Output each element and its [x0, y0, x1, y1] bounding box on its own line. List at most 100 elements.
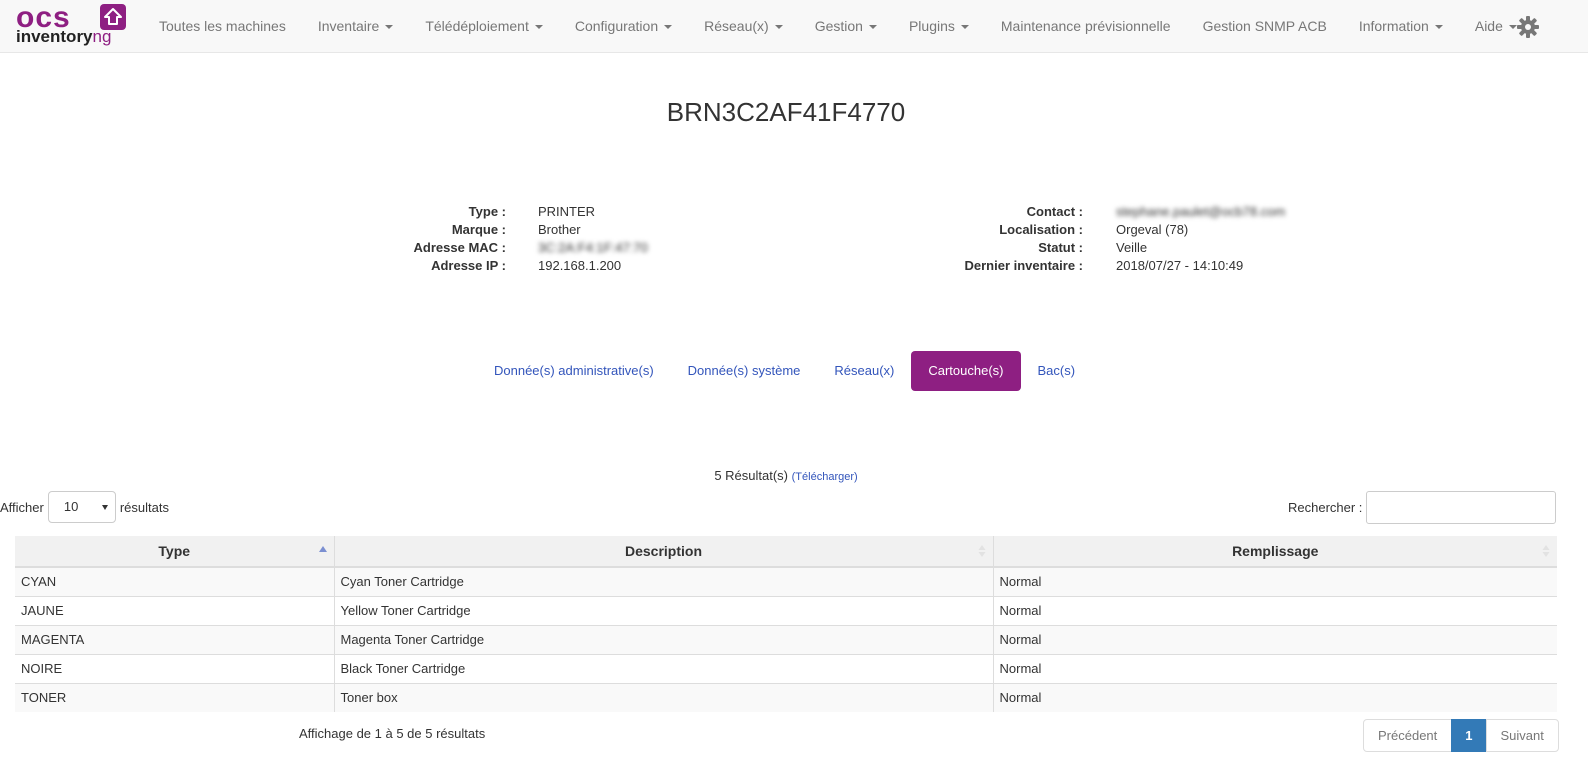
nav-item-configuration[interactable]: Configuration: [559, 0, 688, 53]
nav-item-plugins[interactable]: Plugins: [893, 0, 985, 53]
nav-item-label: Réseau(x): [704, 18, 769, 34]
nav-item-label: Maintenance prévisionnelle: [1000, 18, 1171, 34]
table-cell-remplissage: Normal: [992, 653, 1557, 683]
column-header-type[interactable]: Type: [15, 536, 334, 568]
nav-item-label: Configuration: [574, 18, 659, 34]
table-row: JAUNE Yellow Toner Cartridge Normal: [15, 595, 1557, 625]
search-label: Rechercher :: [1288, 500, 1363, 515]
nav-item-toutes-les-machines[interactable]: Toutes les machines: [143, 0, 302, 53]
nav-item-inventaire[interactable]: Inventaire: [302, 0, 409, 53]
result-count-text: 5 Résultat(s): [714, 468, 789, 483]
table-row: NOIRE Black Toner Cartridge Normal: [15, 653, 1557, 683]
summary-value: Veille: [1116, 240, 1148, 255]
nav-item-label: Télédéploiement: [425, 18, 529, 34]
gear-icon[interactable]: [1516, 15, 1540, 39]
nav-item-label: Aide: [1474, 18, 1503, 34]
table-row: TONER Toner box Normal: [15, 682, 1557, 712]
summary-value: stephane.paulet@ocb78.com: [1116, 204, 1286, 219]
device-summary-right: Contact : stephane.paulet@ocb78.com Locali…: [940, 203, 1306, 275]
table-cell-type: JAUNE: [15, 595, 334, 625]
logo-ng-text: ng: [92, 27, 112, 46]
device-summary-left: Type : PRINTER Marque : Brother Adresse MAC …: [390, 203, 718, 275]
summary-label: Contact :: [1026, 204, 1083, 219]
column-header-label: Type: [158, 543, 191, 559]
summary-row: Contact : stephane.paulet@ocb78.com: [940, 203, 1306, 221]
table-cell-type: NOIRE: [15, 653, 334, 683]
summary-value: 2018/07/27 - 14:10:49: [1116, 258, 1244, 273]
search-control: Rechercher :: [1288, 491, 1557, 524]
tab-donnee-s-systeme[interactable]: Donnée(s) système: [671, 351, 818, 391]
summary-row: Marque : Brother: [390, 221, 718, 239]
cartridges-table: Type Description Remplissage CYAN Cyan Tone…: [15, 536, 1557, 712]
tab-bac-s[interactable]: Bac(s): [1021, 351, 1093, 391]
summary-row: Dernier inventaire : 2018/07/27 - 14:10:4…: [940, 257, 1306, 275]
table-cell-remplissage: Normal: [992, 624, 1557, 654]
nav-item-teledeploiement[interactable]: Télédéploiement: [409, 0, 559, 53]
download-link[interactable]: (Télécharger): [792, 471, 858, 483]
nav-item-label: Toutes les machines: [159, 18, 286, 34]
logo-inventory-word: inventory: [16, 27, 93, 46]
result-count: 5 Résultat(s) (Télécharger): [0, 468, 1572, 483]
summary-value: 3C:2A:F4:1F:47:70: [538, 240, 648, 255]
logo-inventory-text: inventoryng: [16, 28, 111, 46]
search-input[interactable]: [1366, 491, 1557, 524]
summary-value: PRINTER: [538, 204, 596, 219]
previous-page-button[interactable]: Précédent: [1363, 719, 1453, 752]
summary-label: Adresse IP :: [431, 258, 506, 273]
sort-both-icon: [1541, 543, 1551, 559]
nav-item-label: Plugins: [908, 18, 955, 34]
nav-item-gestion-snmp-acb[interactable]: Gestion SNMP ACB: [1187, 0, 1343, 53]
table-cell-type: CYAN: [15, 566, 334, 596]
table-cell-description: Yellow Toner Cartridge: [333, 595, 993, 625]
page-length-control: Afficher 10 résultats: [0, 491, 169, 523]
summary-label: Adresse MAC :: [413, 240, 506, 255]
table-row: MAGENTA Magenta Toner Cartridge Normal: [15, 624, 1557, 654]
table-cell-description: Black Toner Cartridge: [333, 653, 993, 683]
summary-label: Localisation :: [999, 222, 1083, 237]
caret-down-icon: [664, 25, 673, 30]
table-header-row: Type Description Remplissage: [15, 536, 1557, 568]
chevron-down-icon: [101, 505, 108, 510]
summary-row: Type : PRINTER: [390, 203, 718, 221]
table-row: CYAN Cyan Toner Cartridge Normal: [15, 566, 1557, 596]
summary-value: 192.168.1.200: [538, 258, 622, 273]
page-1-button[interactable]: 1: [1451, 719, 1487, 752]
length-suffix: résultats: [119, 499, 169, 515]
column-header-description[interactable]: Description: [333, 536, 993, 568]
nav-item-gestion[interactable]: Gestion: [799, 0, 893, 53]
summary-row: Adresse IP : 192.168.1.200: [390, 257, 718, 275]
summary-row: Localisation : Orgeval (78): [940, 221, 1306, 239]
nav-item-label: Information: [1358, 18, 1429, 34]
nav-item-reseau-x[interactable]: Réseau(x): [688, 0, 799, 53]
page-length-select[interactable]: 10: [47, 491, 116, 523]
summary-value: Brother: [538, 222, 581, 237]
table-cell-type: TONER: [15, 682, 334, 712]
table-cell-remplissage: Normal: [992, 682, 1557, 712]
caret-down-icon: [960, 25, 969, 30]
table-cell-description: Cyan Toner Cartridge: [333, 566, 993, 596]
summary-row: Statut : Veille: [940, 239, 1306, 257]
summary-label: Marque :: [451, 222, 506, 237]
nav-item-label: Inventaire: [317, 18, 380, 34]
caret-down-icon: [385, 25, 394, 30]
ocs-inventory-logo[interactable]: ocs inventoryng: [16, 3, 128, 47]
length-prefix: Afficher: [0, 499, 44, 515]
summary-row: Adresse MAC : 3C:2A:F4:1F:47:70: [390, 239, 718, 257]
column-header-remplissage[interactable]: Remplissage: [992, 536, 1557, 568]
summary-value: Orgeval (78): [1116, 222, 1189, 237]
table-cell-description: Magenta Toner Cartridge: [333, 624, 993, 654]
table-body: CYAN Cyan Toner Cartridge Normal JAUNE Yello…: [15, 566, 1557, 712]
column-header-label: Remplissage: [1232, 543, 1319, 559]
caret-down-icon: [534, 25, 543, 30]
sort-both-icon: [977, 543, 987, 559]
next-page-button[interactable]: Suivant: [1485, 719, 1559, 752]
nav-item-information[interactable]: Information: [1343, 0, 1459, 53]
tab-reseau-x[interactable]: Réseau(x): [817, 351, 911, 391]
caret-down-icon: [868, 25, 877, 30]
page-length-value: 10: [63, 499, 79, 514]
tab-donnee-s-administrative-s[interactable]: Donnée(s) administrative(s): [477, 351, 671, 391]
nav-item-maintenance-previsionnelle[interactable]: Maintenance prévisionnelle: [985, 0, 1187, 53]
tab-cartouche-s[interactable]: Cartouche(s): [911, 351, 1021, 391]
main-menu: Toutes les machines Inventaire Télédéploie…: [143, 0, 1533, 53]
summary-label: Type :: [468, 204, 506, 219]
